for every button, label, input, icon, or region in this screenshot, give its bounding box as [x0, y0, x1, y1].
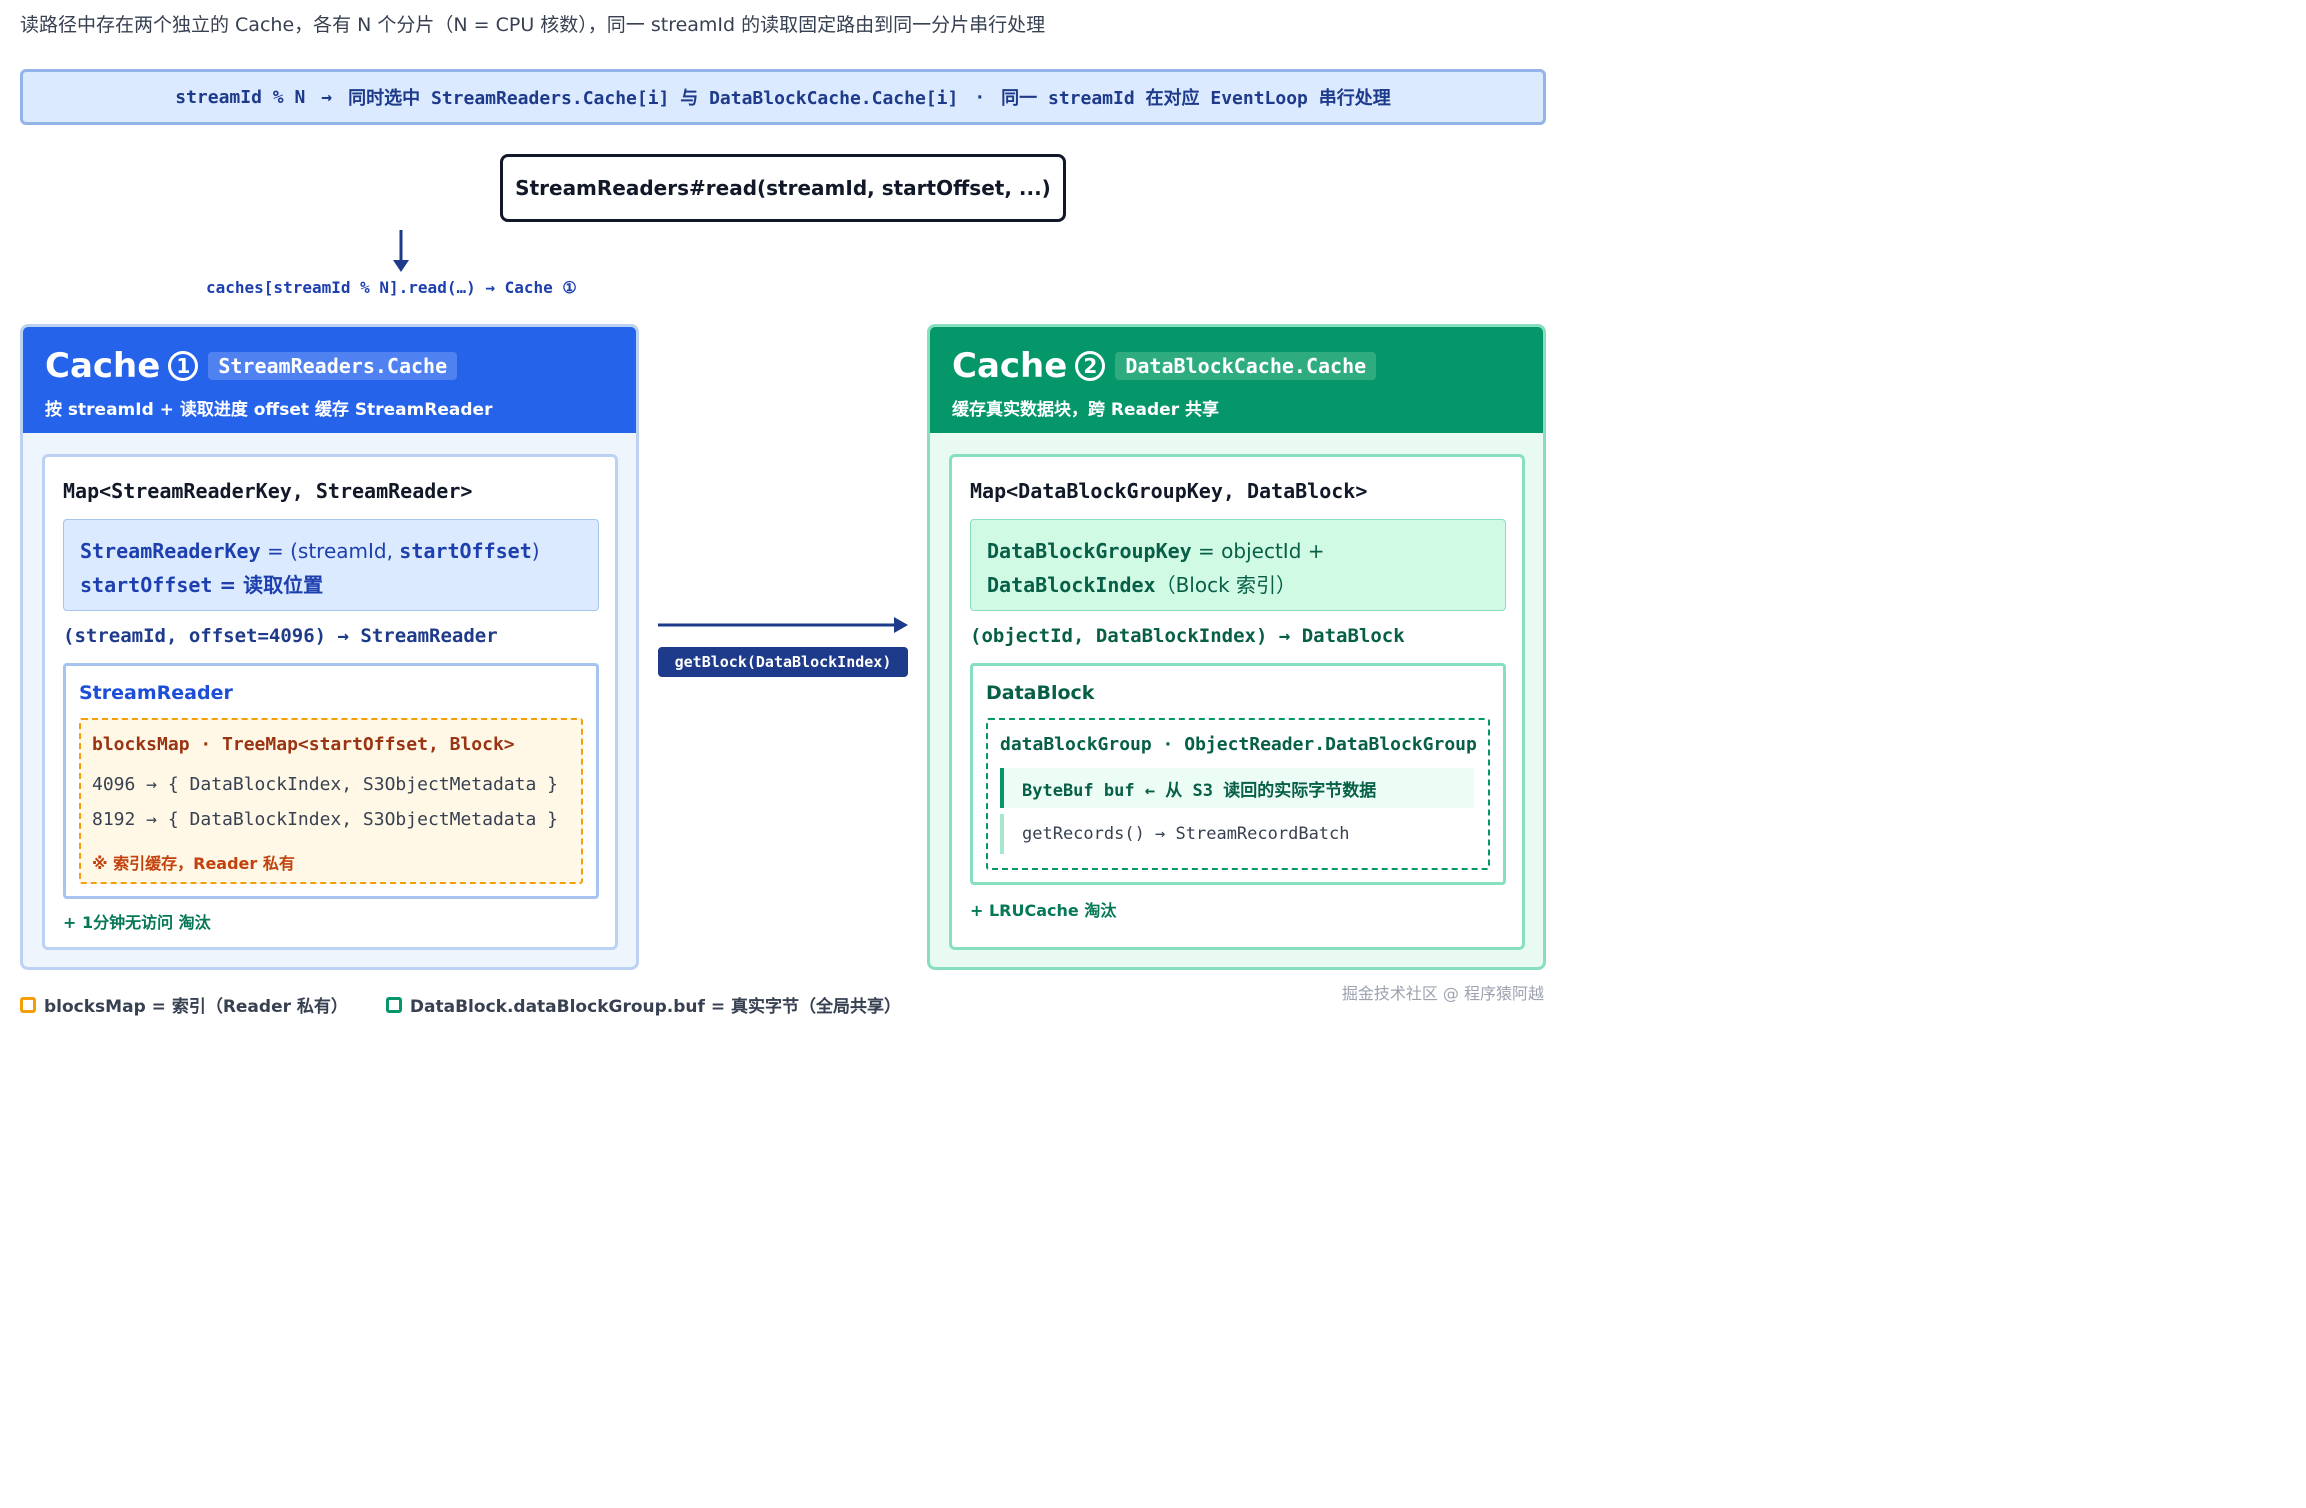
data-block-group-box: dataBlockGroup · ObjectReader.DataBlockG…: [986, 718, 1490, 870]
right-arrow-icon: [658, 617, 908, 633]
banner-dot: ·: [974, 86, 986, 108]
cache-2-title: Cache: [952, 346, 1068, 386]
legend-item-bytes: DataBlock.dataBlockGroup.buf = 真实字节（全局共享…: [385, 992, 901, 1017]
cache-2-header: Cache 2 DataBlockCache.Cache 缓存真实数据块，跨 R…: [930, 327, 1543, 433]
cache-2-map-title: Map<DataBlockGroupKey, DataBlock>: [970, 479, 1368, 503]
legend-swatch-orange: [20, 996, 36, 1013]
cache-2-tag: DataBlockCache.Cache: [1115, 352, 1377, 380]
key-text: = 读取位置: [212, 573, 324, 597]
cache-1-subtitle: 按 streamId + 读取进度 offset 缓存 StreamReader: [45, 400, 493, 420]
cache-2-evict: + LRUCache 淘汰: [970, 901, 1117, 920]
data-block-title: DataBlock: [986, 682, 1095, 704]
key-code-2: startOffset: [399, 539, 532, 563]
cache-1-key-box: StreamReaderKey = (streamId, startOffset…: [63, 519, 599, 611]
cache-1-map-box: Map<StreamReaderKey, StreamReader> Strea…: [42, 454, 618, 950]
route-label: caches[streamId % N].read(…) → Cache ①: [206, 278, 577, 297]
stream-reader-box: StreamReader blocksMap · TreeMap<startOf…: [63, 663, 599, 899]
entry-method-box: StreamReaders#read(streamId, startOffset…: [500, 154, 1066, 222]
get-block-label: getBlock(DataBlockIndex): [658, 647, 908, 677]
cache-1-map-title: Map<StreamReaderKey, StreamReader>: [63, 479, 473, 503]
banner-arrow: →: [321, 86, 333, 108]
cache-2-number: 2: [1075, 351, 1106, 381]
legend-item-index: blocksMap = 索引（Reader 私有）: [20, 992, 348, 1017]
watermark: 掘金技术社区 @ 程序猿阿越: [1341, 984, 1544, 1003]
key-text: = objectId +: [1191, 539, 1325, 563]
key-text: = (streamId,: [260, 539, 400, 563]
legend-label: blocksMap = 索引（Reader 私有）: [44, 997, 348, 1017]
blocks-map-note: ※ 索引缓存，Reader 私有: [92, 854, 295, 873]
key-text: （Block 索引）: [1155, 573, 1297, 597]
banner-part-3: 同一 streamId 在对应 EventLoop 串行处理: [1001, 88, 1391, 109]
cache-2-map-box: Map<DataBlockGroupKey, DataBlock> DataBl…: [949, 454, 1525, 950]
cache-2-key-box: DataBlockGroupKey = objectId + DataBlock…: [970, 519, 1506, 611]
legend-swatch-green: [385, 996, 402, 1013]
key-code: StreamReaderKey: [80, 539, 261, 563]
blocks-map-head: blocksMap · TreeMap<startOffset, Block>: [92, 734, 515, 755]
cache-2-subtitle: 缓存真实数据块，跨 Reader 共享: [952, 400, 1220, 420]
cache-1-title: Cache: [45, 346, 161, 386]
key-code: startOffset: [80, 573, 213, 597]
cache-1-number: 1: [168, 351, 199, 381]
cache-1-panel: Cache 1 StreamReaders.Cache 按 streamId +…: [20, 324, 639, 970]
data-block-box: DataBlock dataBlockGroup · ObjectReader.…: [970, 663, 1506, 885]
banner-part-1: streamId % N: [175, 86, 306, 108]
bytebuf-row: ByteBuf buf ← 从 S3 读回的实际字节数据: [1000, 768, 1474, 808]
blocks-map-row: 4096 → { DataBlockIndex, S3ObjectMetadat…: [92, 774, 558, 795]
cache-2-panel: Cache 2 DataBlockCache.Cache 缓存真实数据块，跨 R…: [927, 324, 1546, 970]
blocks-map-box: blocksMap · TreeMap<startOffset, Block> …: [79, 718, 583, 884]
data-block-group-head: dataBlockGroup · ObjectReader.DataBlockG…: [1000, 734, 1477, 755]
blocks-map-row: 8192 → { DataBlockIndex, S3ObjectMetadat…: [92, 809, 558, 830]
stream-reader-title: StreamReader: [79, 682, 233, 704]
cache-1-tag: StreamReaders.Cache: [208, 352, 458, 380]
routing-banner: streamId % N → 同时选中 StreamReaders.Cache[…: [20, 69, 1546, 125]
get-records-row: getRecords() → StreamRecordBatch: [1000, 814, 1474, 854]
legend: blocksMap = 索引（Reader 私有） DataBlock.data…: [20, 992, 939, 1017]
cache-1-header: Cache 1 StreamReaders.Cache 按 streamId +…: [23, 327, 636, 433]
legend-label: DataBlock.dataBlockGroup.buf = 真实字节（全局共享…: [409, 997, 901, 1017]
key-end: ): [531, 539, 540, 563]
key-code: DataBlockGroupKey: [987, 539, 1192, 563]
cache-2-lookup: (objectId, DataBlockIndex) → DataBlock: [970, 625, 1405, 647]
intro-text: 读路径中存在两个独立的 Cache，各有 N 个分片（N = CPU 核数），同…: [20, 14, 1046, 36]
key-code: DataBlockIndex: [987, 573, 1156, 597]
down-arrow-icon: [393, 230, 409, 272]
cache-1-lookup: (streamId, offset=4096) → StreamReader: [63, 625, 498, 647]
banner-part-2: 同时选中 StreamReaders.Cache[i] 与 DataBlockC…: [348, 88, 959, 109]
cache-1-evict: + 1分钟无访问 淘汰: [63, 913, 211, 932]
